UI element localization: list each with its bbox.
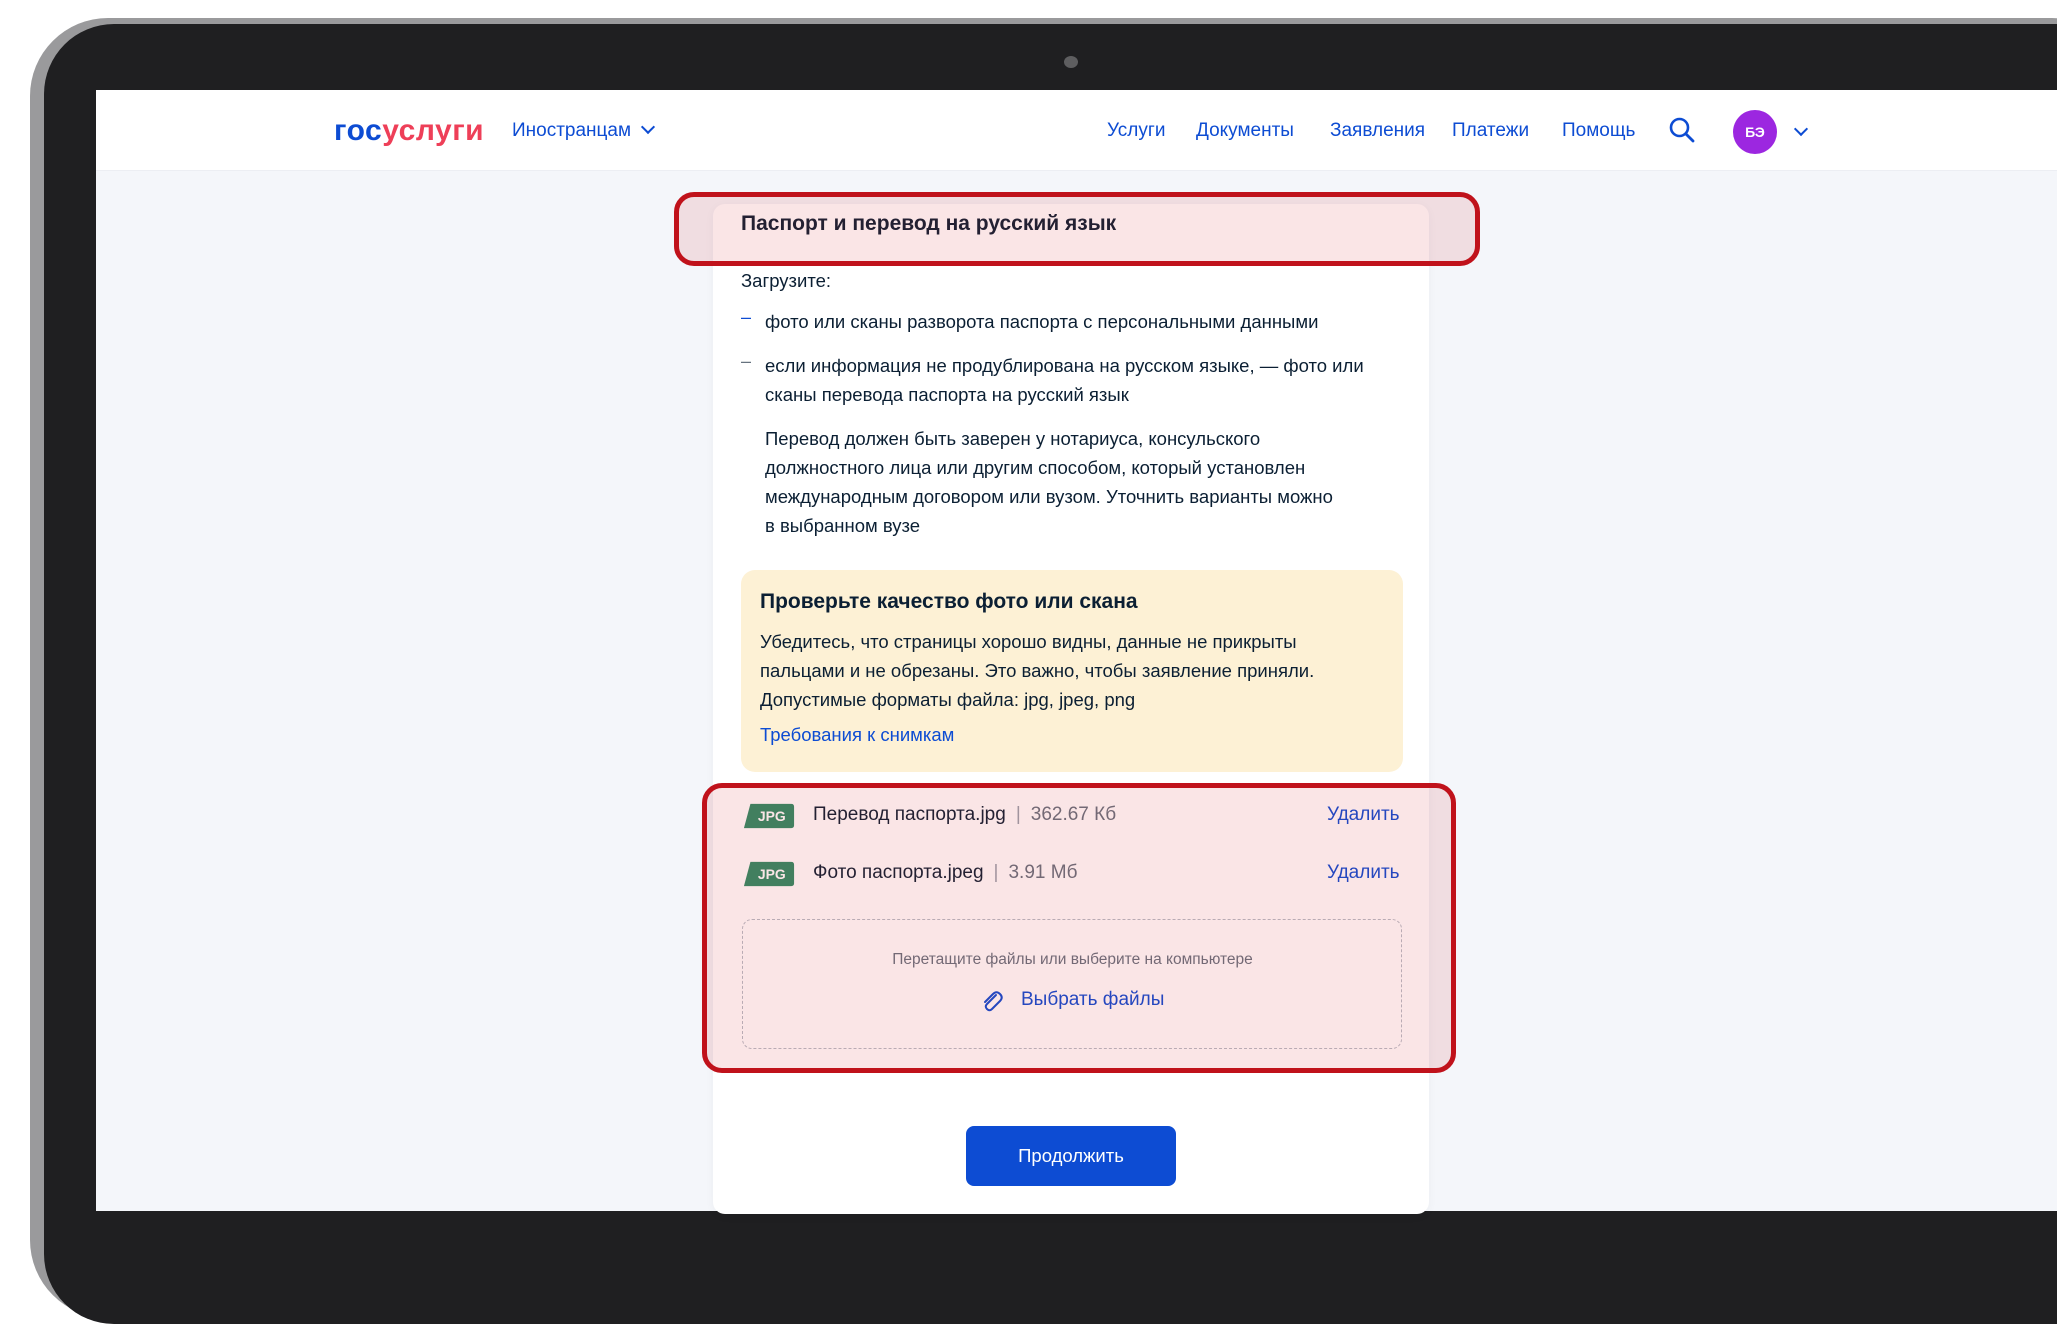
- note-line-1: Перевод должен быть заверен у нотариуса,…: [765, 428, 1261, 449]
- note-line-2: должностного лица или другим способом, к…: [765, 457, 1306, 478]
- top-header: госуслуги Иностранцам Услуги Документы З…: [96, 90, 2057, 171]
- bullet-marker: –: [741, 351, 752, 371]
- nav-payments[interactable]: Платежи: [1452, 120, 1529, 142]
- avatar[interactable]: БЭ: [1733, 110, 1777, 154]
- audience-menu[interactable]: Иностранцам: [512, 119, 656, 142]
- search-icon[interactable]: [1668, 116, 1696, 144]
- warning-line-2: пальцами и не обрезаны. Это важно, чтобы…: [760, 660, 1315, 681]
- nav-services[interactable]: Услуги: [1107, 120, 1165, 142]
- nav-documents[interactable]: Документы: [1196, 120, 1294, 142]
- highlight-section-title: [674, 192, 1480, 266]
- note-line-3: международным договором или вузом. Уточн…: [765, 486, 1333, 507]
- warning-line-3: Допустимые форматы файла: jpg, jpeg, png: [760, 689, 1136, 710]
- chevron-down-icon: [640, 119, 656, 135]
- continue-button[interactable]: Продолжить: [966, 1126, 1176, 1186]
- nav-help[interactable]: Помощь: [1562, 120, 1635, 142]
- bullet-2-line-1: если информация не продублирована на рус…: [765, 355, 1364, 376]
- note-line-4: в выбранном вузе: [765, 515, 921, 536]
- gosuslugi-logo[interactable]: госуслуги: [334, 114, 484, 148]
- upload-intro: Загрузите:: [741, 270, 832, 291]
- nav-applications[interactable]: Заявления: [1330, 120, 1425, 142]
- photo-requirements-link[interactable]: Требования к снимкам: [760, 724, 954, 746]
- warning-title: Проверьте качество фото или скана: [760, 590, 1138, 613]
- chevron-down-icon[interactable]: [1793, 121, 1809, 137]
- bullet-1: фото или сканы разворота паспорта с перс…: [765, 311, 1319, 332]
- warning-line-1: Убедитесь, что страницы хорошо видны, да…: [760, 631, 1297, 652]
- highlight-uploaded-files: [702, 783, 1456, 1073]
- bullet-2-line-2: сканы перевода паспорта на русский язык: [765, 384, 1129, 405]
- bullet-marker: –: [741, 307, 752, 327]
- camera: [1064, 56, 1078, 68]
